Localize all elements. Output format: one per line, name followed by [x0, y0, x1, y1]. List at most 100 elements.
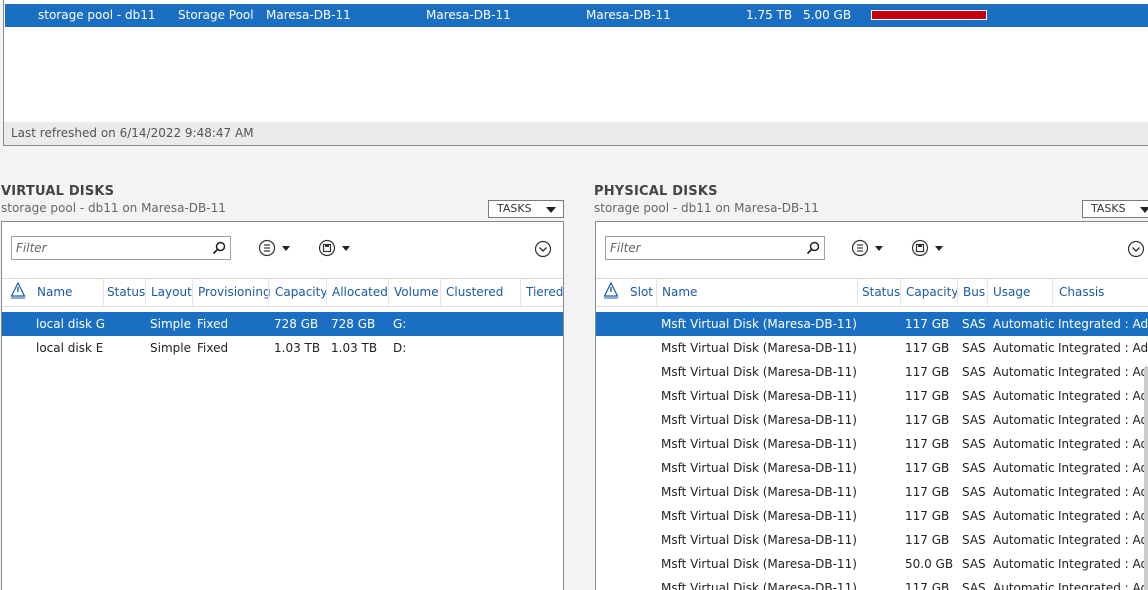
vdisk-name: local disk G — [36, 317, 106, 331]
pool-available-to: Maresa-DB-11 — [426, 8, 511, 22]
pdisk-chassis: Integrated : Ada — [1058, 437, 1148, 451]
physical-disks-toolbar — [596, 222, 1148, 279]
pdisk-bus: SAS — [962, 581, 986, 590]
column-header-name[interactable]: Name — [37, 285, 72, 299]
search-icon[interactable] — [806, 241, 820, 255]
expand-collapse-icon[interactable] — [534, 240, 552, 258]
vdisk-capacity: 728 GB — [274, 317, 319, 331]
virtual-disks-filter — [11, 236, 231, 260]
physical-disks-subtitle: storage pool - db11 on Maresa-DB-11 — [594, 201, 819, 215]
virtual-disk-row[interactable]: local disk G Simple Fixed 728 GB 728 GB … — [2, 312, 563, 336]
vdisk-allocated: 1.03 TB — [331, 341, 378, 355]
pdisk-bus: SAS — [962, 533, 986, 547]
column-header-allocated[interactable]: Allocated — [332, 285, 388, 299]
physical-disk-row[interactable]: Msft Virtual Disk (Maresa-DB-11) 117 GB SA… — [596, 408, 1148, 432]
column-header-slot[interactable]: Slot — [630, 285, 653, 299]
physical-disk-row[interactable]: Msft Virtual Disk (Maresa-DB-11) 117 GB SA… — [596, 456, 1148, 480]
vdisk-name: local disk E — [36, 341, 104, 355]
pool-name: storage pool - db11 — [38, 8, 156, 22]
column-header-clustered[interactable]: Clustered — [446, 285, 503, 299]
pool-managed-by: Maresa-DB-11 — [266, 8, 351, 22]
physical-disk-row[interactable]: Msft Virtual Disk (Maresa-DB-11) 117 GB SA… — [596, 312, 1148, 336]
pdisk-usage: Automatic — [993, 557, 1055, 571]
column-header-status[interactable]: Status — [862, 285, 900, 299]
pdisk-usage: Automatic — [993, 389, 1055, 403]
virtual-disks-column-headers: Name Status Layout Provisioning Capacity… — [2, 279, 563, 307]
vertical-scrollbar[interactable] — [1144, 367, 1148, 590]
list-options-icon[interactable] — [258, 239, 292, 257]
column-header-layout[interactable]: Layout — [151, 285, 192, 299]
pdisk-capacity: 117 GB — [905, 389, 950, 403]
physical-disk-row[interactable]: Msft Virtual Disk (Maresa-DB-11) 117 GB SA… — [596, 384, 1148, 408]
expand-collapse-icon[interactable] — [1127, 240, 1145, 258]
pool-type: Storage Pool — [178, 8, 254, 22]
physical-disk-row[interactable]: Msft Virtual Disk (Maresa-DB-11) 117 GB SA… — [596, 432, 1148, 456]
physical-disk-row[interactable]: Msft Virtual Disk (Maresa-DB-11) 117 GB SA… — [596, 504, 1148, 528]
column-header-tiered[interactable]: Tiered — [526, 285, 563, 299]
column-header-capacity[interactable]: Capacity — [906, 285, 958, 299]
virtual-disks-header: VIRTUAL DISKS storage pool - db11 on Mar… — [1, 184, 226, 215]
vdisk-provisioning: Fixed — [197, 317, 229, 331]
pdisk-usage: Automatic — [993, 581, 1055, 590]
column-header-status[interactable]: Status — [107, 285, 145, 299]
pdisk-chassis: Integrated : Ada — [1058, 533, 1148, 547]
pdisk-usage: Automatic — [993, 461, 1055, 475]
pdisk-chassis: Integrated : Ada — [1058, 317, 1148, 331]
physical-disk-row[interactable]: Msft Virtual Disk (Maresa-DB-11) 50.0 GB S… — [596, 552, 1148, 576]
pdisk-usage: Automatic — [993, 341, 1055, 355]
physical-disks-tasks-button[interactable]: TASKS — [1082, 200, 1148, 218]
warning-column-icon[interactable] — [603, 281, 619, 299]
pdisk-chassis: Integrated : Ada — [1058, 485, 1148, 499]
virtual-disks-filter-input[interactable] — [12, 237, 202, 259]
physical-disks-filter-input[interactable] — [606, 237, 796, 259]
pdisk-usage: Automatic — [993, 437, 1055, 451]
pdisk-capacity: 117 GB — [905, 365, 950, 379]
column-header-usage[interactable]: Usage — [993, 285, 1030, 299]
vdisk-volume: G: — [393, 317, 407, 331]
physical-disk-row[interactable]: Msft Virtual Disk (Maresa-DB-11) 117 GB SA… — [596, 480, 1148, 504]
chevron-down-icon — [546, 207, 556, 213]
column-header-name[interactable]: Name — [662, 285, 697, 299]
virtual-disks-title: VIRTUAL DISKS — [1, 184, 115, 199]
save-query-icon[interactable] — [318, 239, 352, 257]
column-header-provisioning[interactable]: Provisioning — [198, 285, 271, 299]
chevron-down-icon — [1140, 207, 1148, 213]
pdisk-chassis: Integrated : Ada — [1058, 341, 1148, 355]
pdisk-capacity: 117 GB — [905, 437, 950, 451]
pdisk-name: Msft Virtual Disk (Maresa-DB-11) — [661, 461, 857, 475]
vdisk-volume: D: — [393, 341, 407, 355]
physical-disk-row[interactable]: Msft Virtual Disk (Maresa-DB-11) 117 GB SA… — [596, 528, 1148, 552]
pdisk-chassis: Integrated : Ada — [1058, 413, 1148, 427]
pdisk-capacity: 117 GB — [905, 533, 950, 547]
storage-pool-row[interactable]: storage pool - db11 Storage Pool Maresa-… — [5, 4, 1148, 27]
pdisk-chassis: Integrated : Ada — [1058, 389, 1148, 403]
physical-disk-row[interactable]: Msft Virtual Disk (Maresa-DB-11) 117 GB SA… — [596, 576, 1148, 590]
virtual-disks-grid: Name Status Layout Provisioning Capacity… — [1, 221, 564, 590]
virtual-disk-row[interactable]: local disk E Simple Fixed 1.03 TB 1.03 T… — [2, 336, 563, 360]
pdisk-name: Msft Virtual Disk (Maresa-DB-11) — [661, 341, 857, 355]
pdisk-bus: SAS — [962, 509, 986, 523]
pdisk-chassis: Integrated : Ada — [1058, 557, 1148, 571]
virtual-disks-tasks-button[interactable]: TASKS — [488, 200, 564, 218]
save-query-icon[interactable] — [911, 239, 945, 257]
column-header-bus[interactable]: Bus — [963, 285, 985, 299]
column-header-chassis[interactable]: Chassis — [1059, 285, 1104, 299]
pdisk-name: Msft Virtual Disk (Maresa-DB-11) — [661, 317, 857, 331]
pdisk-bus: SAS — [962, 485, 986, 499]
pdisk-name: Msft Virtual Disk (Maresa-DB-11) — [661, 581, 857, 590]
physical-disk-row[interactable]: Msft Virtual Disk (Maresa-DB-11) 117 GB SA… — [596, 360, 1148, 384]
list-options-icon[interactable] — [851, 239, 885, 257]
pdisk-capacity: 50.0 GB — [905, 557, 954, 571]
pdisk-name: Msft Virtual Disk (Maresa-DB-11) — [661, 389, 857, 403]
warning-column-icon[interactable] — [10, 281, 26, 299]
pdisk-chassis: Integrated : Ada — [1058, 581, 1148, 590]
search-icon[interactable] — [212, 241, 226, 255]
column-header-volume[interactable]: Volume — [394, 285, 439, 299]
pdisk-bus: SAS — [962, 557, 986, 571]
vdisk-layout: Simple — [150, 341, 191, 355]
physical-disk-row[interactable]: Msft Virtual Disk (Maresa-DB-11) 117 GB SA… — [596, 336, 1148, 360]
pool-read-write-server: Maresa-DB-11 — [586, 8, 671, 22]
column-header-capacity[interactable]: Capacity — [275, 285, 327, 299]
virtual-disks-subtitle: storage pool - db11 on Maresa-DB-11 — [1, 201, 226, 215]
pdisk-usage: Automatic — [993, 485, 1055, 499]
